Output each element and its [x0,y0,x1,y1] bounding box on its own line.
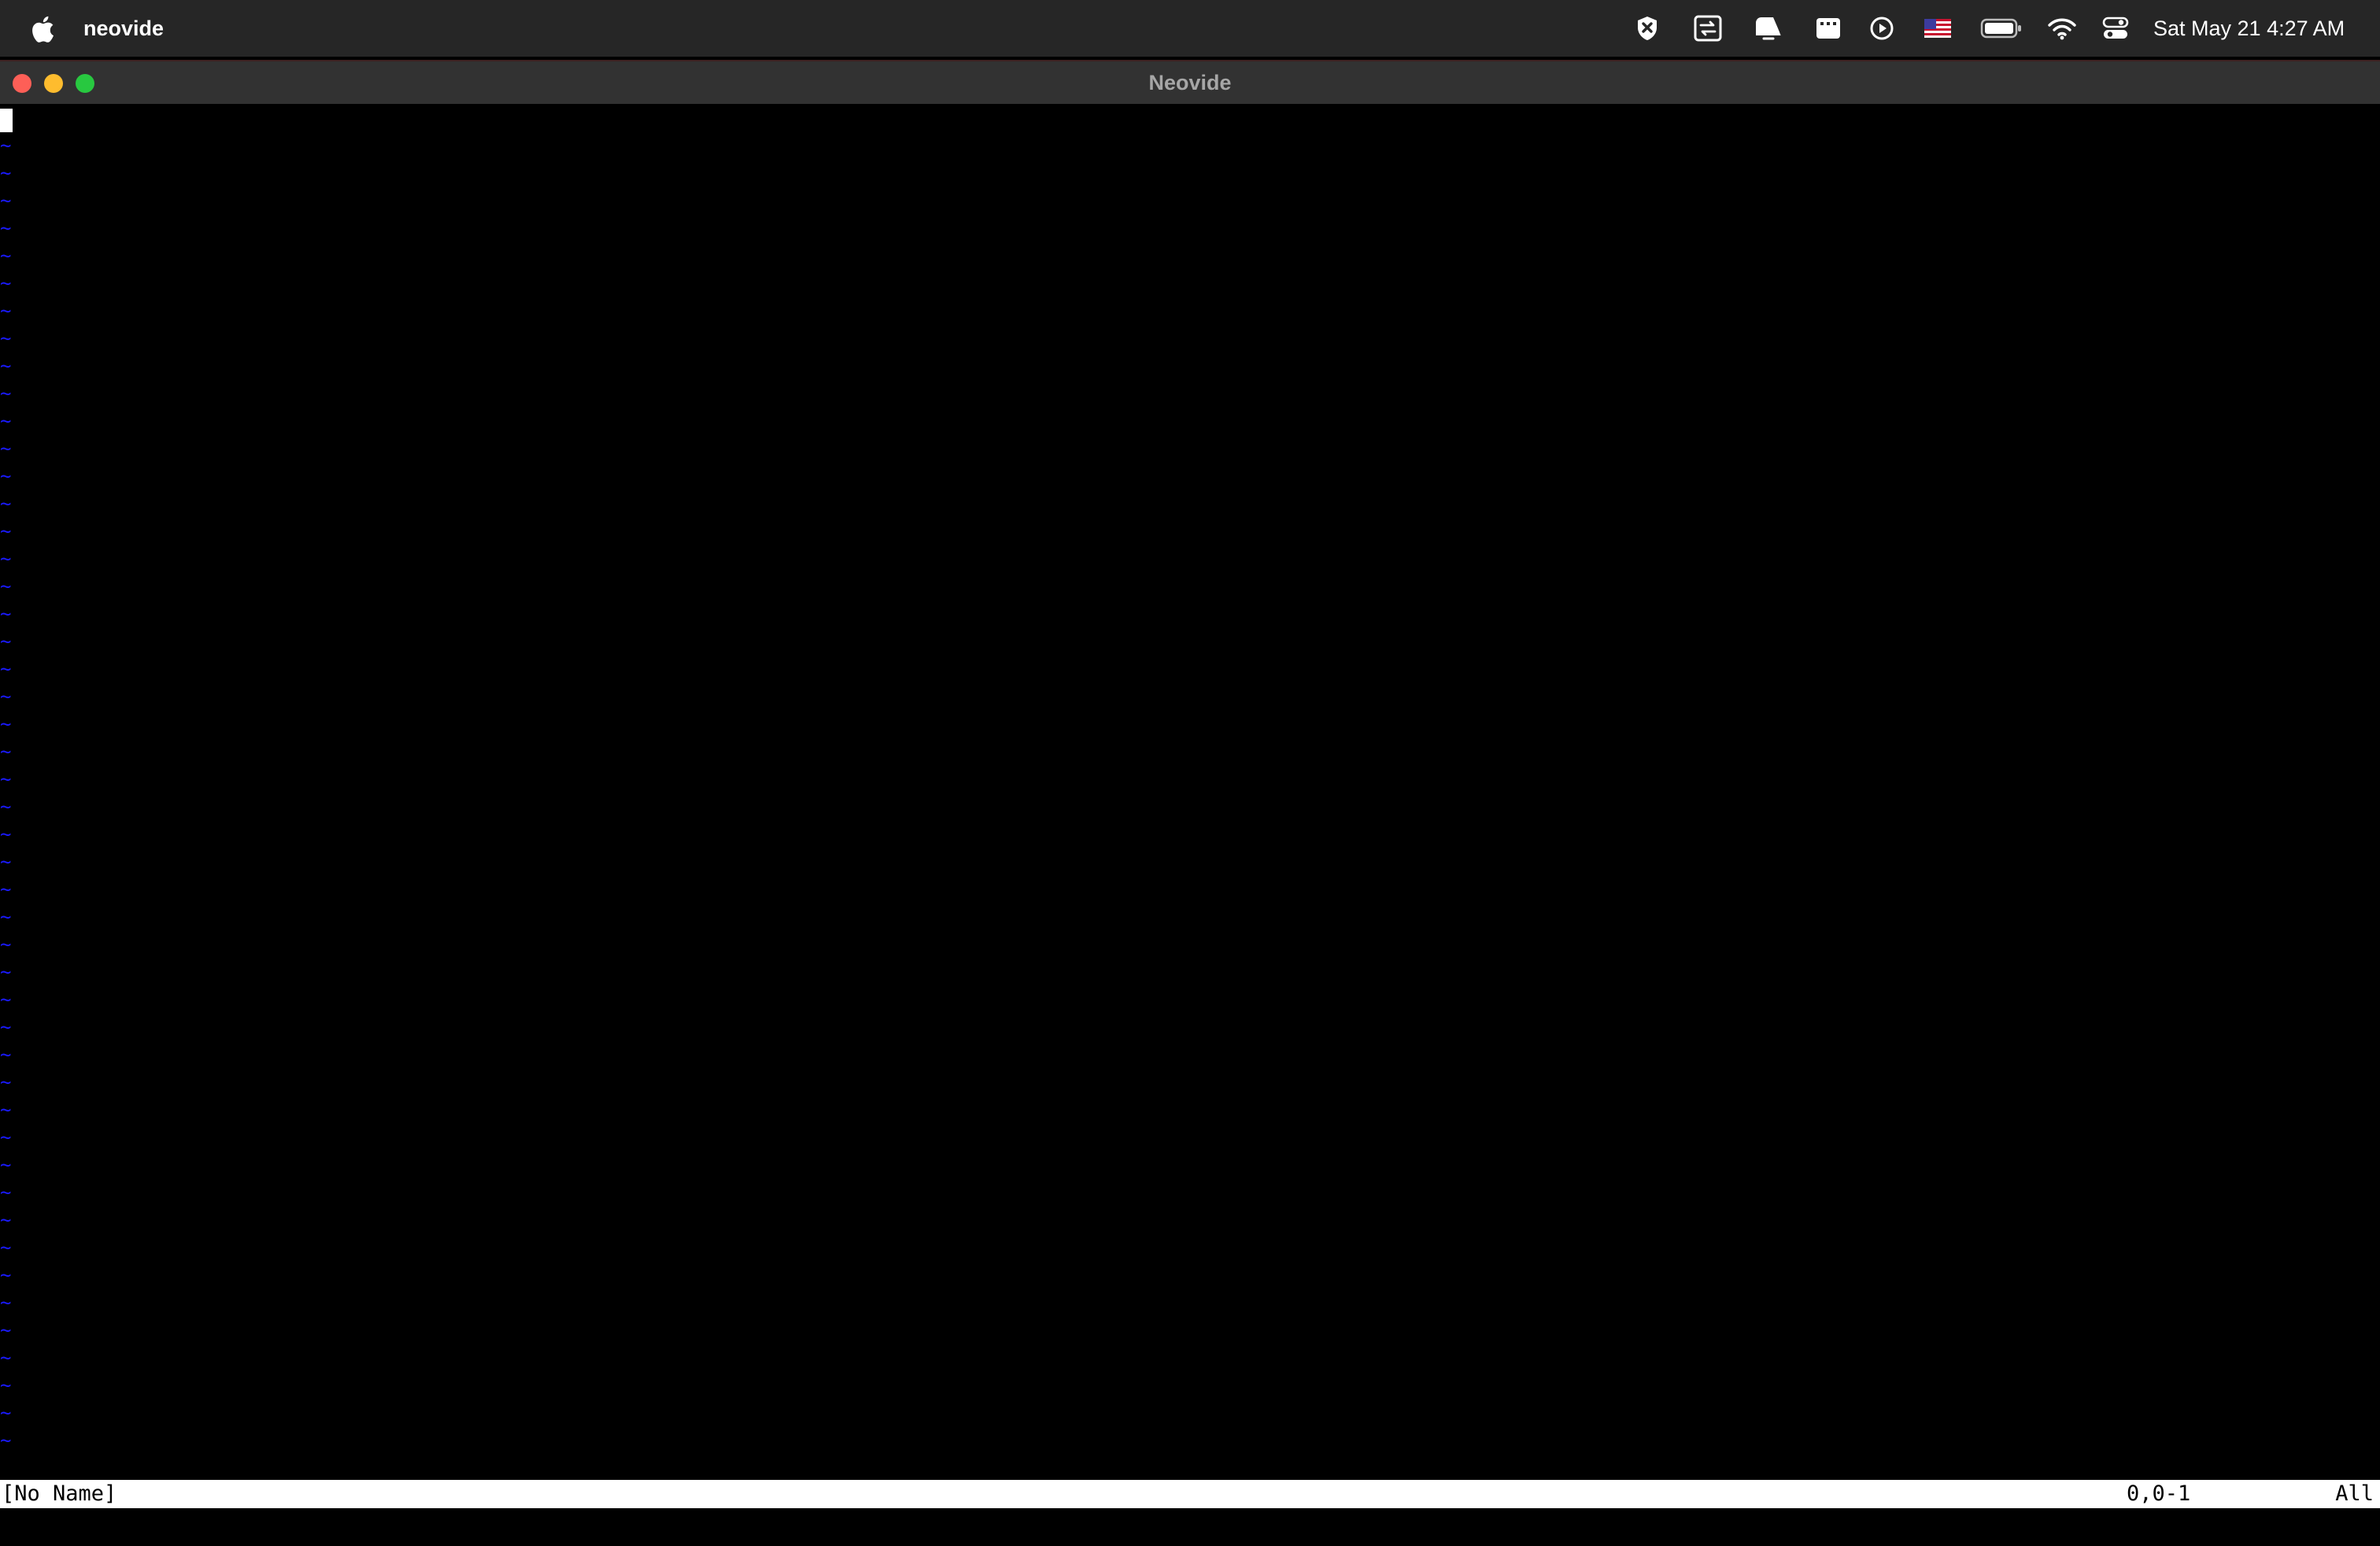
status-line: [No Name] 0,0-1 All [0,1480,2380,1508]
menu-bar-clock[interactable]: Sat May 21 4:27 AM [2153,0,2345,57]
text-cursor [0,109,13,132]
menu-bar: neovide Sat May 21 4:27 AM [0,0,2380,57]
window-minimize-button[interactable] [44,74,63,93]
cursor-position: 0,0-1 [2127,1481,2191,1506]
notification-icon[interactable] [1752,14,1785,43]
apple-icon[interactable] [28,14,55,44]
neovide-window: Neovide ~ ~ ~ ~ ~ ~ ~ ~ ~ ~ ~ ~ ~ ~ ~ ~ … [0,60,2380,1546]
control-center-icon[interactable] [2101,14,2130,43]
editor-buffer[interactable]: ~ ~ ~ ~ ~ ~ ~ ~ ~ ~ ~ ~ ~ ~ ~ ~ ~ ~ ~ ~ … [0,104,2380,1480]
shield-x-icon[interactable] [1634,14,1661,43]
window-zoom-button[interactable] [76,74,94,93]
us-flag-icon[interactable] [1924,14,1952,43]
clipboard-icon[interactable] [1813,14,1843,43]
window-close-button[interactable] [13,74,31,93]
desktop-screen: neovide Sat May 21 4:27 AM Neovide ~ ~ ~… [0,0,2380,1546]
buffer-name: [No Name] [2,1481,117,1506]
play-icon[interactable] [1868,14,1895,43]
app-menu-name[interactable]: neovide [83,0,164,57]
command-line[interactable] [0,1508,2380,1546]
empty-line-markers: ~ ~ ~ ~ ~ ~ ~ ~ ~ ~ ~ ~ ~ ~ ~ ~ ~ ~ ~ ~ … [0,135,12,1452]
battery-icon[interactable] [1980,14,2023,43]
screen-share-icon[interactable] [1692,14,1724,43]
wifi-icon[interactable] [2046,14,2078,43]
window-titlebar[interactable]: Neovide [0,60,2380,104]
scroll-position: All [2335,1481,2374,1506]
window-title: Neovide [1148,71,1232,94]
